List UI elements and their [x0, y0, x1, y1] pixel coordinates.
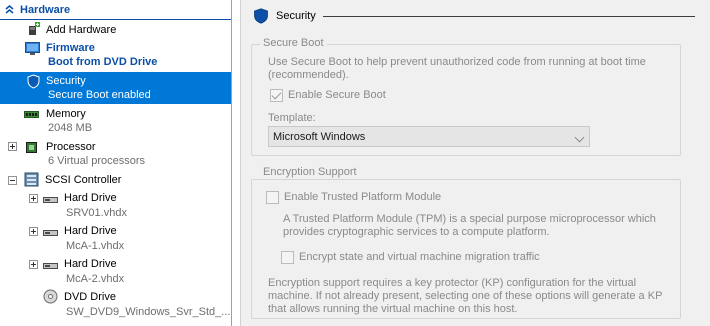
tpm-description: A Trusted Platform Module (TPM) is a spe…	[283, 213, 656, 238]
tree-item-processor[interactable]: Processor 6 Virtual processors	[0, 138, 231, 170]
hard-drive-icon	[43, 197, 58, 203]
encryption-note: Encryption support requires a key protec…	[268, 277, 663, 315]
tree-item-sublabel: McA-2.vhdx	[66, 273, 125, 285]
enable-tpm-label: Enable Trusted Platform Module	[284, 191, 442, 203]
tree-item-sublabel: Boot from DVD Drive	[48, 56, 158, 68]
tree-item-label: SCSI Controller	[45, 174, 122, 186]
tree-item-add-hardware[interactable]: Add Hardware	[0, 21, 231, 39]
add-hardware-icon	[29, 22, 40, 35]
enable-secure-boot-label: Enable Secure Boot	[288, 89, 386, 101]
firmware-icon	[25, 42, 40, 55]
hard-drive-icon	[43, 263, 58, 269]
tree-item-label: Add Hardware	[46, 24, 117, 36]
tree-item-label: Processor	[46, 141, 96, 153]
tree-item-label: Hard Drive	[64, 225, 117, 237]
category-divider	[0, 19, 231, 20]
tree-item-label: Firmware	[46, 42, 95, 54]
tree-item-dvd-drive[interactable]: DVD Drive SW_DVD9_Windows_Svr_Std_...	[0, 288, 231, 322]
enable-tpm-checkbox[interactable]	[266, 191, 279, 204]
encrypt-state-checkbox[interactable]	[281, 251, 294, 264]
shield-icon	[27, 74, 40, 89]
tree-item-sublabel: McA-1.vhdx	[66, 240, 125, 252]
tree-item-sublabel: 6 Virtual processors	[48, 155, 146, 167]
section-title: Security	[276, 10, 316, 22]
vertical-scrollbar[interactable]	[696, 0, 710, 326]
tree-item-sublabel: 2048 MB	[48, 122, 93, 134]
tree-item-label: Hard Drive	[64, 192, 117, 204]
settings-content: Security Secure Boot Use Secure Boot to …	[241, 0, 697, 326]
tree-item-sublabel: Secure Boot enabled	[48, 89, 151, 101]
tree-item-memory[interactable]: Memory 2048 MB	[0, 105, 231, 137]
tree-item-sublabel: SRV01.vhdx	[66, 207, 127, 219]
secure-boot-description: Use Secure Boot to help prevent unauthor…	[268, 56, 646, 81]
collapse-scsi-toggle[interactable]	[8, 176, 17, 185]
memory-icon	[24, 111, 39, 118]
tree-item-label: Hard Drive	[64, 258, 117, 270]
enable-secure-boot-checkbox[interactable]	[270, 89, 283, 102]
hardware-category-header[interactable]: Hardware	[0, 0, 231, 20]
tree-item-label: DVD Drive	[64, 291, 116, 303]
shield-icon	[254, 8, 268, 24]
expand-hard-drive-toggle[interactable]	[29, 194, 38, 203]
template-label: Template:	[268, 112, 316, 124]
chevron-up-icon[interactable]	[4, 4, 15, 15]
expand-hard-drive-toggle[interactable]	[29, 227, 38, 236]
encrypt-state-label: Encrypt state and virtual machine migrat…	[299, 251, 540, 263]
hardware-tree[interactable]: Hardware Add Hardware Firmware Boot from…	[0, 0, 232, 326]
scsi-controller-icon	[24, 172, 39, 187]
tree-item-firmware[interactable]: Firmware Boot from DVD Drive	[0, 39, 231, 71]
expand-hard-drive-toggle[interactable]	[29, 260, 38, 269]
tree-item-hard-drive-2[interactable]: Hard Drive McA-1.vhdx	[0, 222, 231, 255]
chevron-down-icon	[574, 132, 585, 143]
tree-item-security[interactable]: Security Secure Boot enabled	[0, 72, 231, 104]
hardware-category-title: Hardware	[20, 4, 71, 16]
tree-item-scsi-controller[interactable]: SCSI Controller	[0, 171, 231, 189]
dvd-disc-icon	[43, 289, 58, 304]
encryption-support-legend: Encryption Support	[260, 166, 360, 178]
tree-item-hard-drive-1[interactable]: Hard Drive SRV01.vhdx	[0, 189, 231, 222]
tree-item-label: Security	[46, 75, 86, 87]
tree-item-sublabel: SW_DVD9_Windows_Svr_Std_...	[66, 306, 231, 318]
secure-boot-legend: Secure Boot	[260, 37, 327, 49]
template-dropdown[interactable]: Microsoft Windows	[268, 126, 590, 147]
hard-drive-icon	[43, 230, 58, 236]
tree-item-label: Memory	[46, 108, 86, 120]
processor-icon	[26, 142, 37, 153]
expand-processor-toggle[interactable]	[8, 142, 17, 151]
template-dropdown-value: Microsoft Windows	[273, 131, 366, 143]
tree-item-hard-drive-3[interactable]: Hard Drive McA-2.vhdx	[0, 255, 231, 288]
section-title-rule	[323, 16, 695, 17]
settings-pane: Security Secure Boot Use Secure Boot to …	[240, 0, 710, 326]
